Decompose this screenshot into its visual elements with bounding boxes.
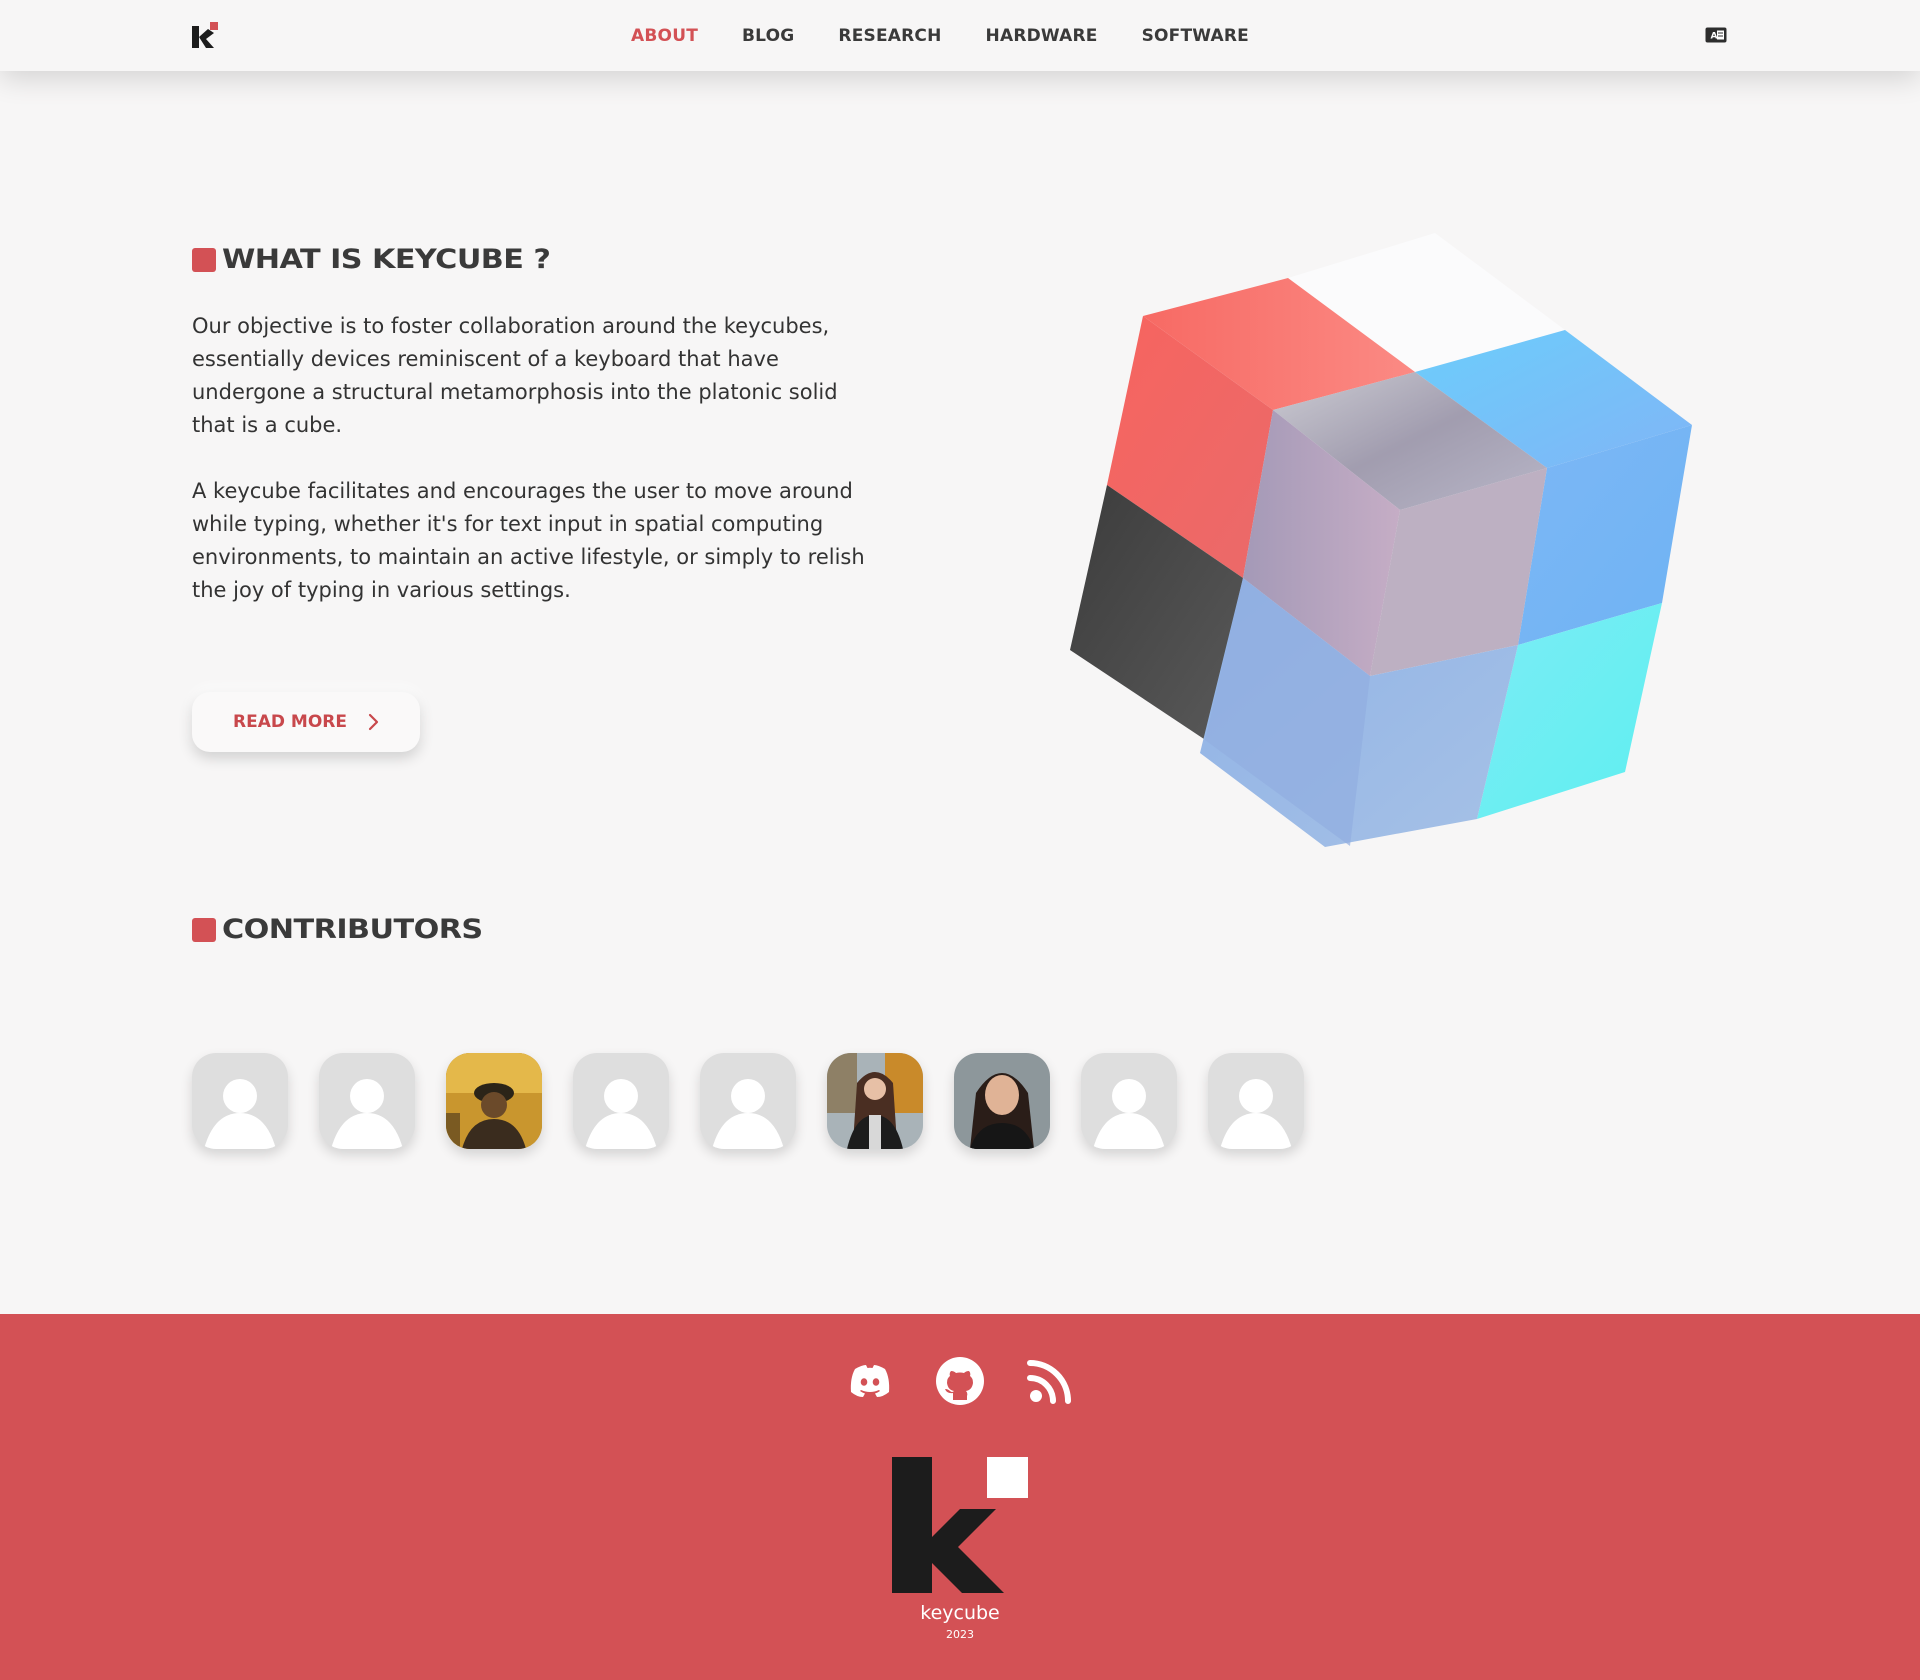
contributors-title: CONTRIBUTORS xyxy=(222,914,483,945)
about-title: WHAT IS KEYCUBE ? xyxy=(222,244,551,275)
contributor-avatar-placeholder[interactable] xyxy=(700,1053,796,1149)
nav-software[interactable]: SOFTWARE xyxy=(1142,26,1249,46)
contributor-avatar-placeholder[interactable] xyxy=(1081,1053,1177,1149)
discord-icon[interactable] xyxy=(845,1356,895,1406)
top-header: ABOUT BLOG RESEARCH HARDWARE SOFTWARE A xyxy=(0,0,1920,71)
footer-brand: keycube xyxy=(920,1602,1000,1624)
user-placeholder-icon xyxy=(1093,1079,1165,1149)
contributor-avatar-photo[interactable] xyxy=(954,1053,1050,1149)
contributors-list xyxy=(192,1053,1304,1149)
site-footer: keycube 2023 xyxy=(0,1314,1920,1680)
about-heading: WHAT IS KEYCUBE ? xyxy=(192,244,551,275)
github-icon[interactable] xyxy=(935,1356,985,1406)
contributor-avatar-photo[interactable] xyxy=(446,1053,542,1149)
user-placeholder-icon xyxy=(585,1079,657,1149)
about-paragraph-2: A keycube facilitates and encourages the… xyxy=(192,479,865,602)
nav-about[interactable]: ABOUT xyxy=(631,26,698,46)
keycube-illustration xyxy=(1070,233,1692,847)
heading-square-icon xyxy=(192,917,216,942)
contributor-photo xyxy=(954,1053,1050,1149)
social-links xyxy=(0,1356,1920,1406)
contributor-avatar-photo[interactable] xyxy=(827,1053,923,1149)
footer-year: 2023 xyxy=(946,1628,974,1641)
user-placeholder-icon xyxy=(204,1079,276,1149)
keycube-logo-icon xyxy=(892,1457,1028,1593)
contributor-avatar-placeholder[interactable] xyxy=(573,1053,669,1149)
contributor-avatar-placeholder[interactable] xyxy=(319,1053,415,1149)
nav-research[interactable]: RESEARCH xyxy=(838,26,941,46)
read-more-label: READ MORE xyxy=(233,712,347,732)
chevron-right-icon xyxy=(368,713,379,731)
contributor-photo xyxy=(446,1053,542,1149)
user-placeholder-icon xyxy=(1220,1079,1292,1149)
translate-icon[interactable]: A xyxy=(1705,27,1727,43)
read-more-button[interactable]: READ MORE xyxy=(192,692,420,752)
about-paragraph-1: Our objective is to foster collaboration… xyxy=(192,314,838,437)
contributor-avatar-placeholder[interactable] xyxy=(192,1053,288,1149)
nav-hardware[interactable]: HARDWARE xyxy=(986,26,1098,46)
contributors-heading: CONTRIBUTORS xyxy=(192,914,483,945)
nav-blog[interactable]: BLOG xyxy=(742,26,794,46)
contributor-avatar-placeholder[interactable] xyxy=(1208,1053,1304,1149)
heading-square-icon xyxy=(192,247,216,272)
user-placeholder-icon xyxy=(712,1079,784,1149)
main-nav: ABOUT BLOG RESEARCH HARDWARE SOFTWARE xyxy=(0,0,1920,71)
rss-icon[interactable] xyxy=(1025,1356,1075,1406)
svg-text:A: A xyxy=(1711,32,1718,42)
contributor-photo xyxy=(827,1053,923,1149)
user-placeholder-icon xyxy=(331,1079,403,1149)
